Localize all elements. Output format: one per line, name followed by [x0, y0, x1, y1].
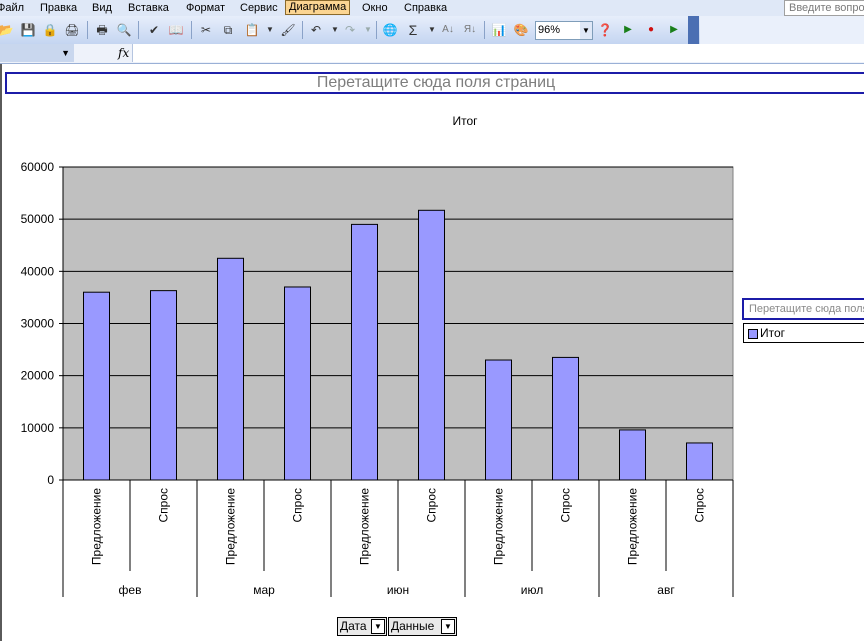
- y-tick-label: 10000: [21, 421, 55, 435]
- y-tick-label: 0: [47, 473, 54, 487]
- bar: [552, 356, 579, 481]
- bar: [418, 209, 445, 481]
- bar: [619, 429, 646, 481]
- bar: [217, 257, 244, 481]
- x-tick-label: Спрос: [693, 488, 707, 523]
- y-tick-label: 60000: [21, 160, 55, 174]
- x-tick-label: Предложение: [492, 488, 506, 565]
- x-tick-label: Спрос: [559, 488, 573, 523]
- bar: [485, 359, 512, 481]
- bar: [351, 223, 378, 481]
- chart-plot: 0 10000 20000 30000 40000 50000 60000 Предложен…: [21, 160, 734, 597]
- legend-label: Итог: [760, 326, 786, 340]
- group-label: авг: [657, 583, 675, 597]
- x-tick-label: Спрос: [425, 488, 439, 523]
- group-label: июл: [521, 583, 543, 597]
- x-tick-label: Спрос: [291, 488, 305, 523]
- bar: [284, 286, 311, 481]
- group-label: июн: [387, 583, 409, 597]
- x-tick-label: Предложение: [90, 488, 104, 565]
- x-tick-label: Предложение: [224, 488, 238, 565]
- chevron-down-icon[interactable]: ▼: [441, 619, 455, 634]
- bar: [83, 291, 110, 481]
- date-field-label: Дата: [340, 619, 367, 633]
- data-field-label: Данные: [391, 619, 435, 633]
- y-tick-label: 40000: [21, 264, 55, 278]
- group-label: мар: [253, 583, 275, 597]
- chevron-down-icon[interactable]: ▼: [371, 619, 385, 634]
- x-tick-label: Спрос: [157, 488, 171, 523]
- date-field-button[interactable]: Дата ▼: [337, 617, 387, 636]
- y-tick-label: 50000: [21, 212, 55, 226]
- chart-legend: Итог: [743, 323, 864, 343]
- data-field-button[interactable]: Данные ▼: [388, 617, 457, 636]
- y-tick-label: 30000: [21, 317, 55, 331]
- y-tick-label: 20000: [21, 369, 55, 383]
- x-tick-label: Предложение: [358, 488, 372, 565]
- x-tick-label: Предложение: [626, 488, 640, 565]
- series-fields-drop-zone[interactable]: Перетащите сюда поля рядов: [742, 298, 864, 320]
- bar: [150, 290, 177, 481]
- bar: [686, 442, 713, 481]
- legend-swatch: [748, 329, 758, 339]
- group-label: фев: [119, 583, 142, 597]
